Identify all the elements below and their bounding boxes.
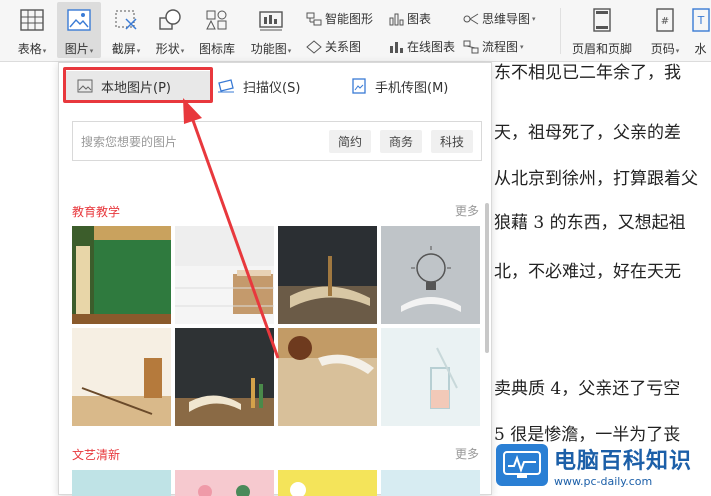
monitor-icon <box>496 444 548 486</box>
watermark-title: 电脑百科知识 <box>554 448 693 474</box>
watermark-url: www.pc-daily.com <box>554 474 653 488</box>
annotation-arrow <box>183 98 280 359</box>
site-watermark-logo: 电脑百科知识 www.pc-daily.com <box>496 435 711 495</box>
